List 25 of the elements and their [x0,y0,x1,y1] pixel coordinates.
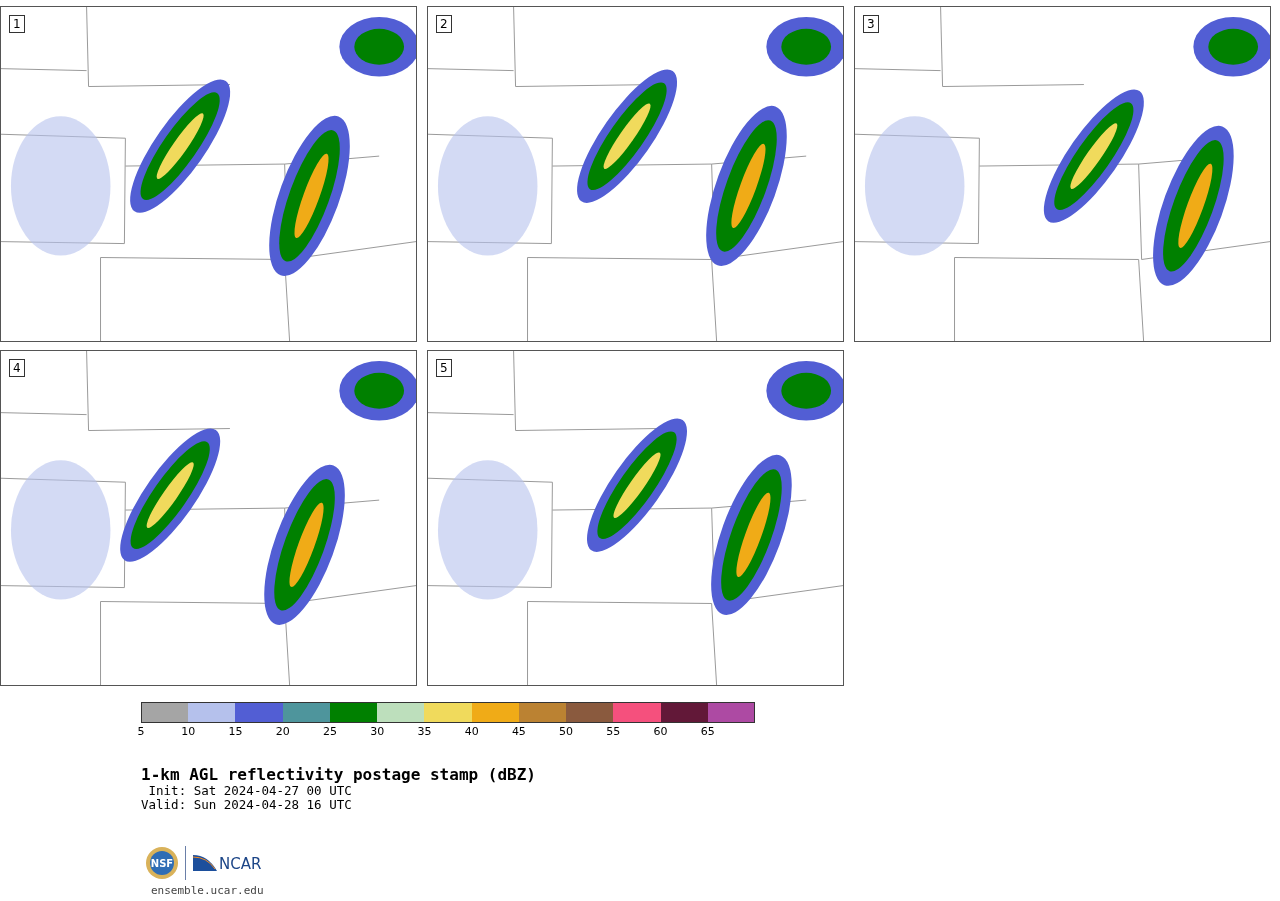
chart-title: 1-km AGL reflectivity postage stamp (dBZ) [141,765,537,784]
ncar-arc-icon [192,853,218,873]
colorbar-tick-label: 20 [275,725,290,738]
panel-number: 2 [436,15,452,33]
colorbar-tick-label: 40 [464,725,479,738]
site-url: ensemble.ucar.edu [151,884,265,897]
panel-number: 3 [863,15,879,33]
colorbar-tick-label: 5 [137,725,145,738]
valid-time: Valid: Sun 2024-04-28 16 UTC [141,798,353,812]
nsf-logo: NSF [145,846,179,880]
ncar-logo-text: NCAR [219,855,262,873]
colorbar-tick-label: 30 [370,725,385,738]
colorbar-tick-label: 25 [322,725,337,738]
colorbar-tick-label: 15 [228,725,243,738]
panel-number: 5 [436,359,452,377]
colorbar-tick-label: 50 [559,725,574,738]
colorbar-tick-label: 60 [653,725,668,738]
init-time: Init: Sat 2024-04-27 00 UTC [147,784,353,798]
colorbar-tick-label: 45 [511,725,526,738]
colorbar-tick-label: 10 [181,725,196,738]
colorbar-tick-label: 35 [417,725,432,738]
panel-number: 1 [9,15,25,33]
colorbar-tick-label: 65 [700,725,715,738]
colorbar-tick-label: 55 [606,725,621,738]
panel-number: 4 [9,359,25,377]
